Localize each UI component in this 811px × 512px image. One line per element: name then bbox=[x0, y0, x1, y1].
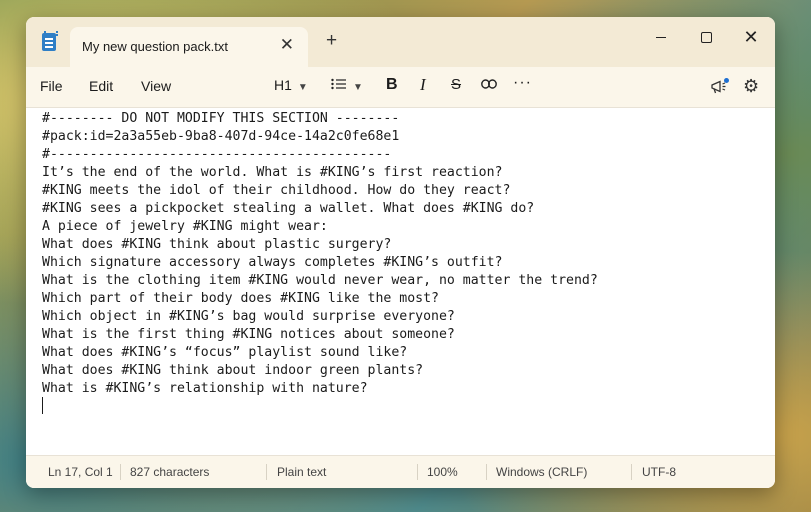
text-line[interactable]: What is the clothing item #KING would ne… bbox=[42, 272, 598, 290]
menu-edit[interactable]: Edit bbox=[89, 78, 113, 94]
close-icon: ✕ bbox=[743, 27, 759, 47]
text-editor[interactable]: #-------- DO NOT MODIFY THIS SECTION ---… bbox=[26, 108, 775, 473]
status-bar: Ln 17, Col 1 827 characters Plain text 1… bbox=[26, 455, 775, 488]
link-icon bbox=[481, 79, 497, 89]
status-divider bbox=[120, 464, 121, 480]
strikethrough-button[interactable]: S bbox=[451, 76, 461, 93]
notepad-window: My new question pack.txt ✕ + ✕ File Edit… bbox=[26, 17, 775, 488]
bold-button[interactable]: B bbox=[386, 76, 398, 94]
character-count[interactable]: 827 characters bbox=[130, 465, 209, 479]
tab-title: My new question pack.txt bbox=[82, 39, 228, 54]
more-options-button[interactable]: ··· bbox=[513, 74, 532, 92]
status-divider bbox=[417, 464, 418, 480]
text-line[interactable]: #KING meets the idol of their childhood.… bbox=[42, 182, 598, 200]
heading-label: H1 bbox=[274, 77, 292, 93]
menu-view[interactable]: View bbox=[141, 78, 171, 94]
encoding[interactable]: UTF-8 bbox=[642, 465, 676, 479]
text-line[interactable]: Which part of their body does #KING like… bbox=[42, 290, 598, 308]
menu-file[interactable]: File bbox=[40, 78, 63, 94]
minimize-button[interactable] bbox=[641, 23, 681, 51]
status-divider bbox=[486, 464, 487, 480]
maximize-icon bbox=[700, 31, 712, 43]
text-line[interactable]: #---------------------------------------… bbox=[42, 146, 598, 164]
new-tab-button[interactable]: + bbox=[326, 30, 337, 52]
text-line[interactable]: It’s the end of the world. What is #KING… bbox=[42, 164, 598, 182]
cursor-position[interactable]: Ln 17, Col 1 bbox=[48, 465, 113, 479]
link-button[interactable] bbox=[481, 76, 497, 93]
text-cursor bbox=[42, 397, 43, 414]
gear-icon[interactable]: ⚙ bbox=[743, 76, 759, 97]
heading-dropdown[interactable]: H1 ▼ bbox=[274, 77, 308, 93]
list-icon bbox=[331, 78, 346, 90]
text-line[interactable]: What does #KING think about plastic surg… bbox=[42, 236, 598, 254]
chevron-down-icon: ▼ bbox=[353, 82, 363, 93]
editor-content[interactable]: #-------- DO NOT MODIFY THIS SECTION ---… bbox=[42, 110, 598, 398]
text-line[interactable]: A piece of jewelry #KING might wear: bbox=[42, 218, 598, 236]
close-window-button[interactable]: ✕ bbox=[731, 23, 771, 51]
chevron-down-icon: ▼ bbox=[297, 82, 308, 93]
text-line[interactable]: What is the first thing #KING notices ab… bbox=[42, 326, 598, 344]
text-line[interactable]: #KING sees a pickpocket stealing a walle… bbox=[42, 200, 598, 218]
notification-dot bbox=[724, 78, 729, 83]
text-line[interactable]: What does #KING’s “focus” playlist sound… bbox=[42, 344, 598, 362]
text-line[interactable]: #pack:id=2a3a55eb-9ba8-407d-94ce-14a2c0f… bbox=[42, 128, 598, 146]
text-line[interactable]: #-------- DO NOT MODIFY THIS SECTION ---… bbox=[42, 110, 598, 128]
italic-button[interactable]: I bbox=[420, 75, 426, 95]
line-ending[interactable]: Windows (CRLF) bbox=[496, 465, 587, 479]
text-line[interactable]: Which object in #KING’s bag would surpri… bbox=[42, 308, 598, 326]
list-dropdown[interactable]: ▼ bbox=[331, 77, 363, 93]
maximize-button[interactable] bbox=[686, 23, 726, 51]
text-line[interactable]: Which signature accessory always complet… bbox=[42, 254, 598, 272]
format-indicator[interactable]: Plain text bbox=[277, 465, 326, 479]
zoom-level[interactable]: 100% bbox=[427, 465, 458, 479]
status-divider bbox=[631, 464, 632, 480]
tab-close-icon[interactable]: ✕ bbox=[280, 35, 294, 55]
text-line[interactable]: What is #KING’s relationship with nature… bbox=[42, 380, 598, 398]
status-divider bbox=[266, 464, 267, 480]
text-line[interactable]: What does #KING think about indoor green… bbox=[42, 362, 598, 380]
tab-document[interactable]: My new question pack.txt ✕ bbox=[70, 27, 308, 67]
minimize-icon bbox=[656, 36, 666, 38]
title-bar: My new question pack.txt ✕ + ✕ bbox=[26, 17, 775, 67]
notepad-app-icon bbox=[42, 31, 58, 51]
menu-bar: File Edit View H1 ▼ ▼ B I S ··· ⚙ bbox=[26, 67, 775, 108]
